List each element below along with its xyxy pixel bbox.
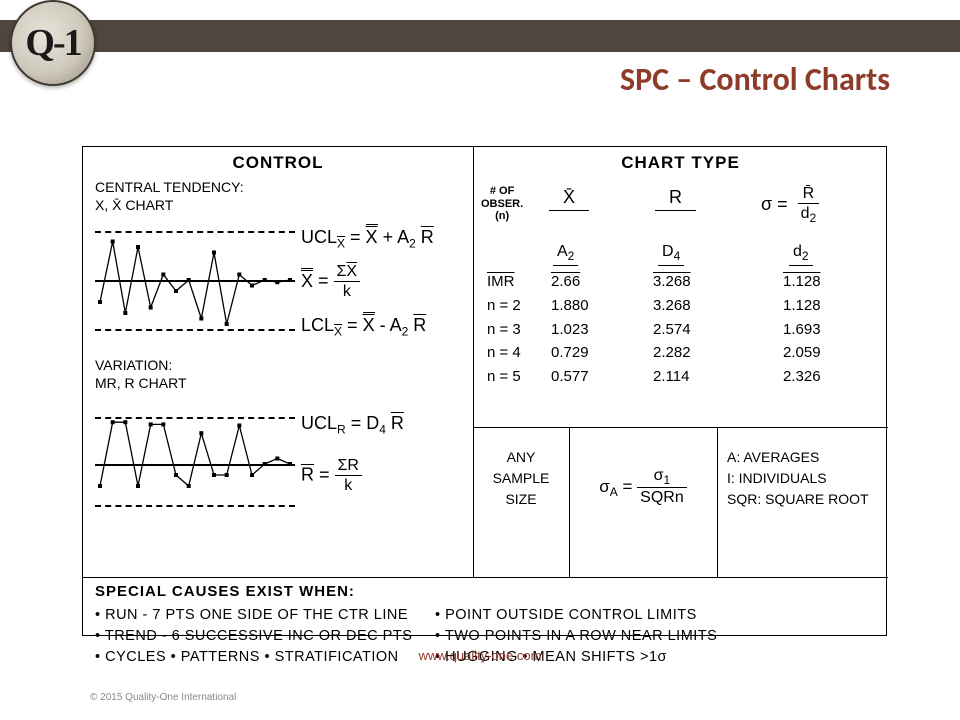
formula-sigma-a: σA = σ1SQRn: [577, 467, 709, 508]
central-tendency-label: CENTRAL TENDENCY: X, X̄ CHART: [95, 179, 244, 214]
col-xbar: X̄: [549, 187, 589, 211]
col-sigma: σ = R̄d2: [761, 185, 819, 225]
const-d4: D4: [658, 243, 684, 266]
divider-vertical: [473, 147, 474, 577]
page-title: SPC – Control Charts: [620, 60, 890, 99]
control-title: CONTROL: [83, 153, 473, 173]
variation-label: VARIATION: MR, R CHART: [95, 357, 187, 392]
r-polyline: [95, 409, 295, 519]
constants-table: IMR2.663.2681.128n = 21.8803.2681.128n =…: [481, 269, 827, 390]
formula-xbarbar: X = ΣXk: [301, 263, 360, 301]
divider-horizontal: [473, 427, 888, 428]
text: MR, R CHART: [95, 375, 187, 391]
divider-vertical: [717, 427, 718, 577]
text: VARIATION:: [95, 357, 172, 373]
logo-badge: Q-1: [10, 0, 96, 86]
divider-horizontal: [83, 577, 888, 578]
const-a2: A2: [553, 243, 578, 266]
xbar-sketch: [95, 225, 295, 335]
divider-vertical: [569, 427, 570, 577]
legend-sqr: SQR: SQUARE ROOT: [727, 489, 869, 510]
legend-i: I: INDIVIDUALS: [727, 468, 869, 489]
header-bar: [0, 20, 960, 52]
obs-header: # OF OBSER. (n): [481, 185, 523, 223]
xbar-polyline: [95, 225, 295, 335]
formula-ucl-r: UCLR = D4 R: [301, 413, 404, 437]
legend: A: AVERAGES I: INDIVIDUALS SQR: SQUARE R…: [727, 447, 869, 510]
const-d2: d2: [789, 243, 813, 266]
footer-copyright: © 2015 Quality-One International: [90, 692, 236, 703]
any-sample-size: ANY SAMPLE SIZE: [475, 447, 567, 510]
content-frame: CONTROL CENTRAL TENDENCY: X, X̄ CHART VA…: [82, 146, 887, 636]
chart-type-title: CHART TYPE: [473, 153, 888, 173]
r-sketch: [95, 409, 295, 519]
col-r: R: [655, 187, 696, 211]
text: CENTRAL TENDENCY:: [95, 179, 244, 195]
footer-url: www.quality-one.com: [0, 648, 960, 663]
formula-rbar: R = ΣRk: [301, 457, 362, 495]
text: X, X̄ CHART: [95, 197, 173, 213]
formula-lcl-x: LCLX = X - A2 R: [301, 315, 426, 339]
logo-text: Q-1: [25, 21, 80, 65]
legend-a: A: AVERAGES: [727, 447, 869, 468]
formula-ucl-x: UCLX = X + A2 R: [301, 227, 434, 251]
special-causes-title: SPECIAL CAUSES EXIST WHEN:: [95, 583, 355, 600]
